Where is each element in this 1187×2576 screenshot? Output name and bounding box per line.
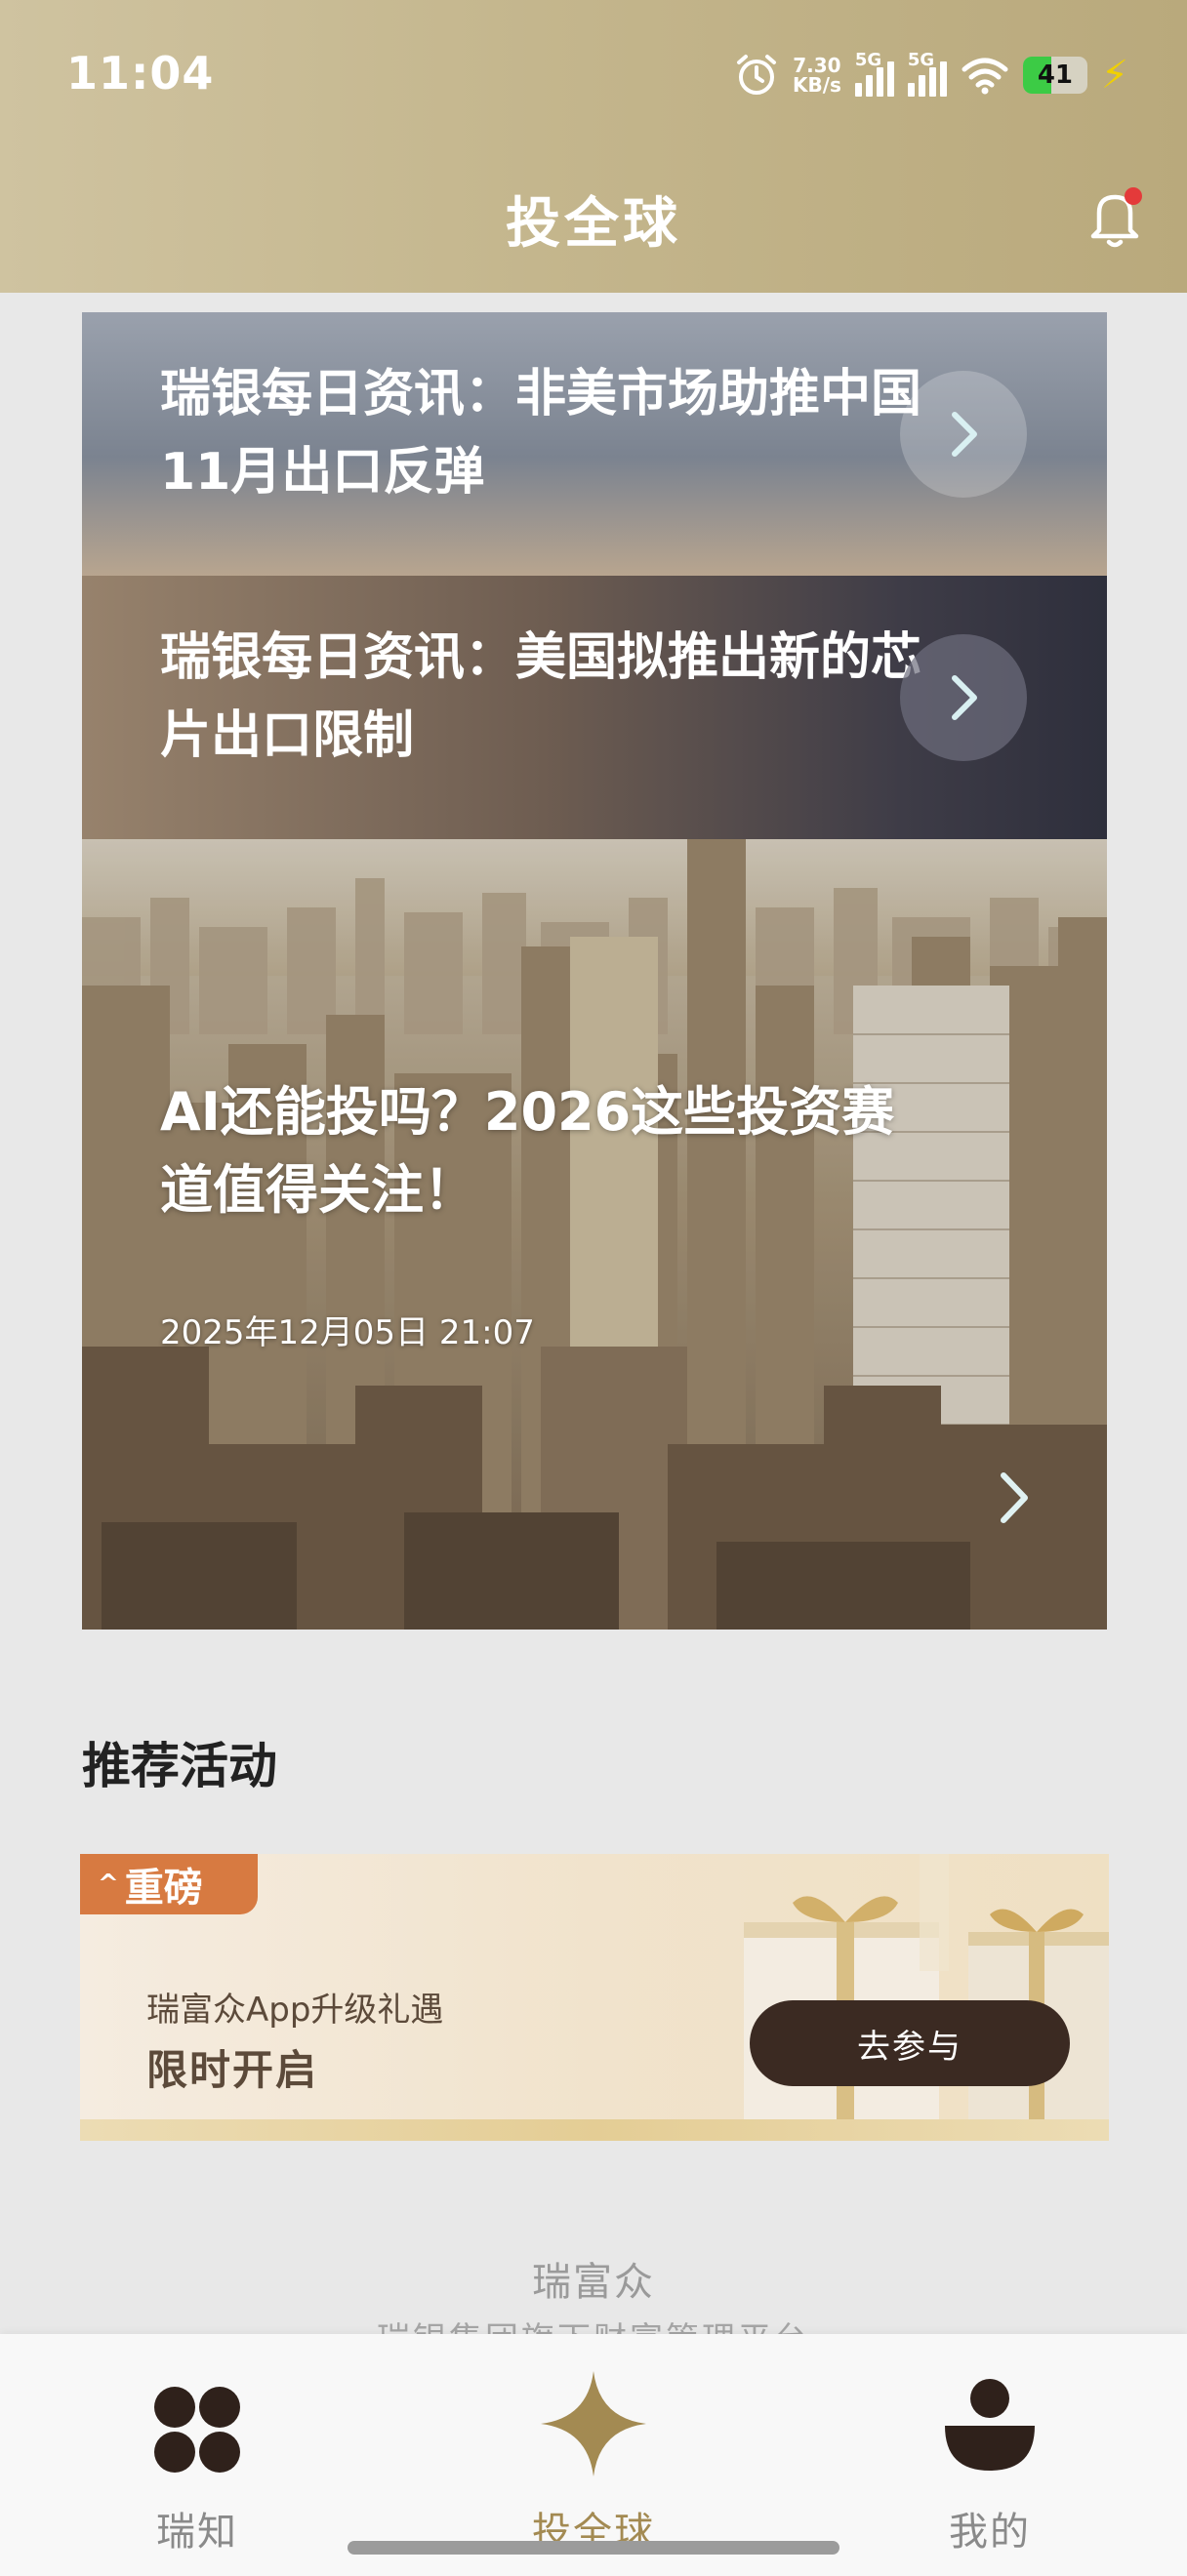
promo-banner[interactable]: ^ 重磅 瑞富众App升级礼遇 限时开启 去参与 xyxy=(80,1854,1109,2141)
news-open-button[interactable] xyxy=(900,371,1027,498)
wifi-icon xyxy=(962,58,1008,95)
charging-icon: ⚡ xyxy=(1100,53,1128,98)
notification-dot xyxy=(1125,187,1142,205)
person-icon xyxy=(945,2379,1035,2471)
status-icons: 7.30 KB/s 5G 5G 41 ⚡ xyxy=(734,50,1128,100)
net-speed-unit: KB/s xyxy=(792,73,841,97)
signal-2-icon: 5G xyxy=(907,50,947,97)
app-header: 11:04 7.30 KB/s 5G 5G 41 ⚡ 投全球 xyxy=(0,0,1187,293)
battery-icon: 41 xyxy=(1022,57,1087,94)
net-speed: 7.30 KB/s xyxy=(793,56,841,95)
four-dots-icon xyxy=(154,2387,240,2473)
nav-tab-ruizhi[interactable]: 瑞知 xyxy=(80,2334,314,2576)
alarm-icon xyxy=(736,55,776,95)
news-card-2[interactable]: 瑞银每日资讯：美国拟推出新的芯片出口限制 xyxy=(82,576,1107,839)
news-title: 瑞银每日资讯：非美市场助推中国11月出口反弹 xyxy=(160,365,922,502)
notification-button[interactable] xyxy=(1085,185,1144,250)
footer-brand: 瑞富众 xyxy=(532,2260,655,2305)
signal-1-icon: 5G xyxy=(854,50,894,97)
feature-open-button[interactable] xyxy=(990,1464,1039,1536)
promo-badge: ^ 重磅 xyxy=(80,1854,258,1914)
signal-2-label: 5G xyxy=(907,50,935,70)
feature-article-card[interactable]: AI还能投吗？2026这些投资赛道值得关注！ 2025年12月05日 21:07 xyxy=(82,839,1107,1630)
promo-subtitle: 瑞富众App升级礼遇 xyxy=(146,1991,444,2030)
promo-decoration xyxy=(80,2119,1109,2141)
section-title-activities: 推荐活动 xyxy=(82,1738,277,1794)
bottom-nav: 瑞知 投全球 我的 xyxy=(0,2334,1187,2576)
nav-label: 我的 xyxy=(949,2510,1031,2555)
news-open-button[interactable] xyxy=(900,634,1027,761)
nav-tab-mine[interactable]: 我的 xyxy=(873,2334,1107,2576)
nav-label: 瑞知 xyxy=(156,2510,238,2555)
status-bar: 11:04 7.30 KB/s 5G 5G 41 ⚡ xyxy=(0,0,1187,146)
promo-badge-label: 重磅 xyxy=(124,1866,203,1911)
chevron-right-icon xyxy=(952,675,977,720)
page-title: 投全球 xyxy=(506,192,681,256)
star-icon xyxy=(541,2371,646,2476)
feature-date: 2025年12月05日 21:07 xyxy=(160,1313,535,1352)
net-speed-value: 7.30 xyxy=(793,54,841,77)
promo-headline: 限时开启 xyxy=(146,2046,319,2094)
chevron-right-icon xyxy=(1001,1472,1028,1523)
chevron-right-icon xyxy=(952,412,977,457)
signal-1-label: 5G xyxy=(854,50,882,70)
city-skyline-image xyxy=(82,839,1107,1630)
nav-tab-global[interactable]: 投全球 xyxy=(476,2334,711,2576)
home-indicator[interactable] xyxy=(348,2541,839,2555)
news-card-1[interactable]: 瑞银每日资讯：非美市场助推中国11月出口反弹 xyxy=(82,312,1107,576)
battery-level: 41 xyxy=(1037,60,1073,90)
fire-icon: ^ xyxy=(98,1870,119,1899)
news-title: 瑞银每日资讯：美国拟推出新的芯片出口限制 xyxy=(160,628,922,765)
join-button[interactable]: 去参与 xyxy=(750,2000,1070,2086)
gift-boxes-image xyxy=(744,1854,1109,2141)
status-time: 11:04 xyxy=(66,47,215,100)
feature-title: AI还能投吗？2026这些投资赛道值得关注！ xyxy=(160,1081,895,1221)
